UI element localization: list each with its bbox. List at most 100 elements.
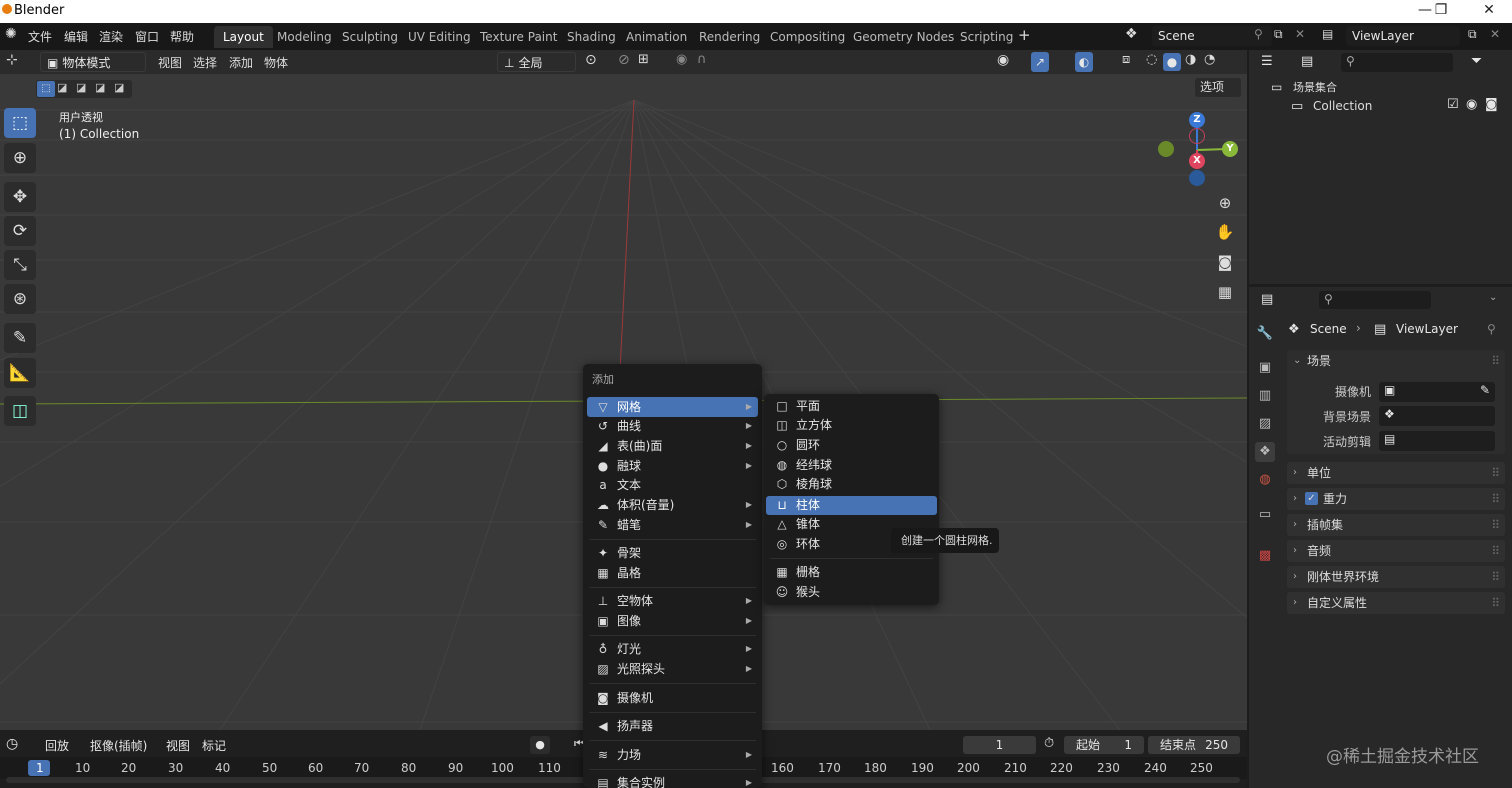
menu-help[interactable]: 帮助 bbox=[170, 28, 194, 45]
timeline-view-menu[interactable]: 视图 bbox=[166, 737, 190, 754]
visibility-icon[interactable]: ◉ bbox=[997, 52, 1009, 68]
timeline-editor-icon[interactable]: ◷ bbox=[6, 736, 18, 752]
object-menu[interactable]: 物体 bbox=[264, 54, 288, 71]
snap-icon[interactable]: ⊘ bbox=[618, 52, 630, 68]
menu-item-light-probe[interactable]: ▨ 光照探头 ▶ bbox=[587, 659, 758, 679]
gizmo-z-axis[interactable]: Z bbox=[1189, 112, 1205, 128]
gizmo-toggle-icon[interactable]: ↗ bbox=[1031, 52, 1049, 72]
tool-tab-icon[interactable]: 🔧 bbox=[1255, 324, 1275, 344]
delete-scene-icon[interactable]: ✕ bbox=[1295, 27, 1305, 41]
mode-dropdown[interactable]: ▣ 物体模式 bbox=[40, 52, 146, 72]
menu-item-collection-instance[interactable]: ▤ 集合实例 ▶ bbox=[587, 773, 758, 788]
menu-item-ico-sphere[interactable]: ⬡ 棱角球 bbox=[766, 474, 937, 494]
select-intersect-icon[interactable]: ◪ bbox=[114, 81, 124, 94]
menu-file[interactable]: 文件 bbox=[28, 28, 52, 45]
background-scene-field[interactable]: ❖ bbox=[1379, 406, 1495, 426]
menu-item-text[interactable]: a 文本 bbox=[587, 475, 758, 495]
menu-item-plane[interactable]: □ 平面 bbox=[766, 396, 937, 416]
editor-type-icon[interactable]: ⊹ bbox=[6, 52, 18, 68]
gizmo-neg-z[interactable] bbox=[1189, 170, 1205, 186]
zoom-icon[interactable]: ⊕ bbox=[1211, 190, 1239, 216]
close-button[interactable]: ✕ bbox=[1474, 2, 1504, 18]
funnel-icon[interactable]: ⏷ bbox=[1471, 53, 1482, 69]
gravity-panel[interactable]: › ✓ 重力 ⠿ bbox=[1287, 488, 1505, 510]
navigation-gizmo[interactable]: Z Y X bbox=[1156, 110, 1240, 190]
select-extend-icon[interactable]: ◪ bbox=[57, 81, 67, 94]
falloff-icon[interactable]: ∩ bbox=[697, 52, 707, 67]
menu-item-grid[interactable]: ▦ 栅格 bbox=[766, 562, 937, 582]
gizmo-y-axis[interactable]: Y bbox=[1222, 141, 1238, 157]
collection-tab-icon[interactable]: ▭ bbox=[1255, 505, 1275, 525]
camera-view-icon[interactable]: ◙ bbox=[1211, 249, 1239, 275]
gravity-checkbox[interactable]: ✓ bbox=[1305, 492, 1318, 505]
camera-field[interactable]: ▣ ✎ bbox=[1379, 382, 1495, 402]
menu-item-empty[interactable]: ⊥ 空物体 ▶ bbox=[587, 591, 758, 611]
tab-shading[interactable]: Shading bbox=[558, 26, 625, 48]
gizmo-neg-x-handle[interactable] bbox=[1158, 141, 1174, 157]
transform-tool[interactable]: ⊛ bbox=[4, 284, 36, 314]
menu-item-speaker[interactable]: ◀ 扬声器 bbox=[587, 716, 758, 736]
tab-uv-editing[interactable]: UV Editing bbox=[399, 26, 480, 48]
perspective-grid-icon[interactable]: ▦ bbox=[1211, 279, 1239, 305]
playback-dropdown[interactable]: 回放 bbox=[45, 737, 69, 754]
gizmo-neg-y[interactable] bbox=[1189, 128, 1205, 144]
custom-properties-panel[interactable]: › 自定义属性 ⠿ bbox=[1287, 592, 1505, 614]
stopwatch-icon[interactable]: ⏱ bbox=[1044, 736, 1054, 751]
menu-item-camera[interactable]: ◙ 摄像机 bbox=[587, 688, 758, 708]
properties-menu-chevron-icon[interactable]: ⌄ bbox=[1489, 292, 1497, 303]
timeline-marker-menu[interactable]: 标记 bbox=[202, 737, 226, 754]
overlay-toggle-icon[interactable]: ◐ bbox=[1075, 52, 1093, 72]
start-frame-field[interactable]: 起始 1 bbox=[1064, 736, 1144, 754]
add-menu-button[interactable]: 添加 bbox=[229, 54, 253, 71]
snap-target-icon[interactable]: ⊞ bbox=[638, 52, 649, 67]
proportional-edit-icon[interactable]: ◉ bbox=[676, 52, 687, 67]
menu-edit[interactable]: 编辑 bbox=[64, 28, 88, 45]
menu-item-metaball[interactable]: ● 融球 ▶ bbox=[587, 456, 758, 476]
outliner-editor-icon[interactable]: ☰ bbox=[1261, 54, 1273, 69]
menu-item-cube[interactable]: ◫ 立方体 bbox=[766, 415, 937, 435]
viewlayer-name-field[interactable]: ViewLayer bbox=[1346, 26, 1460, 46]
add-cube-tool[interactable]: ◫ bbox=[4, 396, 36, 426]
render-tab-icon[interactable]: ▣ bbox=[1255, 358, 1275, 378]
menu-item-volume[interactable]: ☁ 体积(音量) ▶ bbox=[587, 495, 758, 515]
keying-sets-panel[interactable]: › 插帧集 ⠿ bbox=[1287, 514, 1505, 536]
menu-item-light[interactable]: ♁ 灯光 ▶ bbox=[587, 639, 758, 659]
menu-item-grease-pencil[interactable]: ✎ 蜡笔 ▶ bbox=[587, 515, 758, 535]
menu-item-cylinder[interactable]: ⊔ 柱体 bbox=[766, 496, 937, 515]
visibility-eye-icon[interactable]: ◉ bbox=[1466, 97, 1477, 112]
pan-hand-icon[interactable]: ✋ bbox=[1211, 219, 1239, 245]
measure-tool[interactable]: 📐 bbox=[4, 358, 36, 388]
select-new-icon[interactable]: ⬚ bbox=[37, 81, 55, 97]
end-frame-field[interactable]: 结束点 250 bbox=[1148, 736, 1240, 754]
wireframe-shading-icon[interactable]: ◌ bbox=[1146, 52, 1157, 67]
output-tab-icon[interactable]: ▥ bbox=[1255, 386, 1275, 406]
eyedropper-icon[interactable]: ✎ bbox=[1480, 383, 1490, 397]
move-tool[interactable]: ✥ bbox=[4, 182, 36, 212]
pin-icon[interactable]: ⚲ bbox=[1487, 322, 1496, 336]
transform-orientation-dropdown[interactable]: ⊥ 全局 bbox=[497, 52, 576, 72]
add-workspace-icon[interactable]: + bbox=[1018, 26, 1031, 44]
menu-item-surface[interactable]: ◢ 表(曲)面 ▶ bbox=[587, 436, 758, 456]
menu-item-force-field[interactable]: ≋ 力场 ▶ bbox=[587, 745, 758, 765]
menu-item-circle[interactable]: ○ 圆环 bbox=[766, 435, 937, 455]
scale-tool[interactable]: ⤡ bbox=[4, 250, 36, 280]
tab-compositing[interactable]: Compositing bbox=[761, 26, 854, 48]
active-clip-field[interactable]: ▤ bbox=[1379, 431, 1495, 451]
exclude-checkbox[interactable]: ☑ bbox=[1447, 97, 1459, 112]
record-icon[interactable]: ● bbox=[530, 736, 550, 754]
viewlayer-icon[interactable]: ▤ bbox=[1322, 27, 1333, 41]
rotate-tool[interactable]: ⟳ bbox=[4, 216, 36, 246]
menu-item-armature[interactable]: ✦ 骨架 bbox=[587, 543, 758, 563]
delete-viewlayer-icon[interactable]: ✕ bbox=[1490, 27, 1500, 41]
maximize-button[interactable]: ❐ bbox=[1426, 2, 1456, 18]
new-viewlayer-icon[interactable]: ⧉ bbox=[1468, 27, 1477, 42]
menu-item-mesh[interactable]: ▽ 网格 ▶ bbox=[587, 397, 758, 417]
pin-icon[interactable]: ⚲ bbox=[1254, 27, 1263, 41]
pivot-icon[interactable]: ⊙ bbox=[585, 52, 597, 68]
tab-geometry-nodes[interactable]: Geometry Nodes bbox=[844, 26, 963, 48]
menu-item-lattice[interactable]: ▦ 晶格 bbox=[587, 563, 758, 583]
select-menu[interactable]: 选择 bbox=[193, 54, 217, 71]
annotate-tool[interactable]: ✎ bbox=[4, 323, 36, 353]
xray-icon[interactable]: ⧈ bbox=[1122, 52, 1130, 67]
menu-item-curve[interactable]: ↺ 曲线 ▶ bbox=[587, 416, 758, 436]
